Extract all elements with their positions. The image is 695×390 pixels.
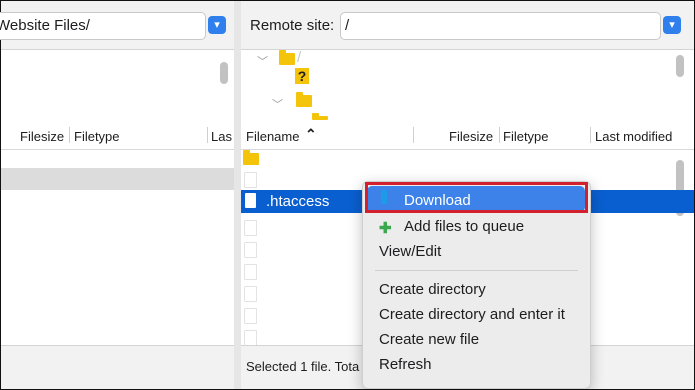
remote-path-dropdown-button[interactable]: ▾: [663, 16, 681, 34]
chevron-down-icon: ▾: [214, 19, 220, 31]
remote-path-text: /: [345, 17, 350, 34]
root-folder-label-faded: /: [297, 49, 302, 66]
local-col-filesize[interactable]: Filesize: [20, 129, 64, 144]
file-icon: [245, 193, 256, 208]
local-path-dropdown-button[interactable]: ▾: [208, 16, 226, 34]
menu-item-create-new-file[interactable]: Create new file: [379, 331, 479, 348]
folder-icon[interactable]: [243, 150, 259, 165]
local-col-lastmod[interactable]: Las: [211, 129, 232, 144]
local-list-header: Filesize Filetype Las: [1, 121, 234, 150]
local-tree: [1, 50, 234, 119]
menu-separator: [375, 270, 578, 271]
tree-expand-chevron-icon[interactable]: ﹀: [257, 53, 268, 69]
menu-item-refresh[interactable]: Refresh: [379, 356, 432, 373]
add-to-queue-icon: ✚: [379, 220, 392, 237]
tree-expand-chevron-icon[interactable]: ﹀: [272, 96, 283, 112]
remote-status-text: Selected 1 file. Tota: [246, 359, 360, 374]
file-icon: [244, 264, 257, 280]
remote-col-filesize[interactable]: Filesize: [449, 129, 493, 144]
remote-col-filetype[interactable]: Filetype: [503, 129, 549, 144]
local-col-filetype[interactable]: Filetype: [74, 129, 120, 144]
menu-item-create-directory-enter[interactable]: Create directory and enter it: [379, 306, 565, 323]
ftp-client-window: Website Files/ ▾ Filesize Filetype Las R…: [0, 0, 695, 390]
local-site-bar: Website Files/ ▾: [0, 1, 234, 50]
local-pane: Website Files/ ▾ Filesize Filetype Las: [0, 1, 234, 389]
remote-col-filename[interactable]: Filename: [246, 129, 299, 144]
local-path-field[interactable]: Website Files/: [0, 12, 206, 40]
remote-tree-scrollbar[interactable]: [676, 55, 684, 77]
pane-divider[interactable]: [234, 1, 241, 389]
folder-icon[interactable]: [312, 113, 328, 120]
local-path-text: Website Files/: [0, 17, 90, 34]
column-separator: [590, 127, 591, 143]
file-icon: [244, 242, 257, 258]
remote-col-lastmod[interactable]: Last modified: [595, 129, 672, 144]
file-icon: [244, 220, 257, 236]
column-separator: [499, 127, 500, 143]
menu-item-create-directory[interactable]: Create directory: [379, 281, 486, 298]
file-icon: [244, 172, 257, 188]
local-file-list: [1, 150, 234, 357]
remote-path-field[interactable]: /: [340, 12, 661, 40]
file-icon: [244, 286, 257, 302]
chevron-down-icon: ▾: [669, 19, 675, 31]
sort-ascending-icon[interactable]: ⌃: [305, 126, 317, 143]
file-icon: [244, 308, 257, 324]
file-icon: [244, 330, 257, 346]
remote-tree: ﹀ / ? ﹀: [241, 49, 694, 120]
local-status-bar: [1, 345, 234, 389]
folder-icon[interactable]: [296, 92, 312, 107]
column-separator: [207, 127, 208, 143]
local-selected-row[interactable]: [1, 168, 234, 190]
root-folder-icon[interactable]: [279, 50, 295, 65]
menu-item-add-to-queue[interactable]: Add files to queue: [404, 218, 524, 235]
selected-file-name: .htaccess: [266, 193, 330, 210]
remote-site-label: Remote site:: [250, 17, 335, 34]
unknown-folder-icon[interactable]: ?: [295, 68, 309, 84]
local-tree-scrollbar[interactable]: [220, 62, 228, 84]
remote-list-header: Filename ⌃ Filesize Filetype Last modifi…: [241, 121, 694, 150]
column-separator: [413, 127, 414, 143]
menu-item-view-edit[interactable]: View/Edit: [379, 243, 441, 260]
column-separator: [69, 127, 70, 143]
remote-site-bar: Remote site: / ▾: [241, 1, 694, 50]
download-callout-box: [365, 182, 588, 213]
